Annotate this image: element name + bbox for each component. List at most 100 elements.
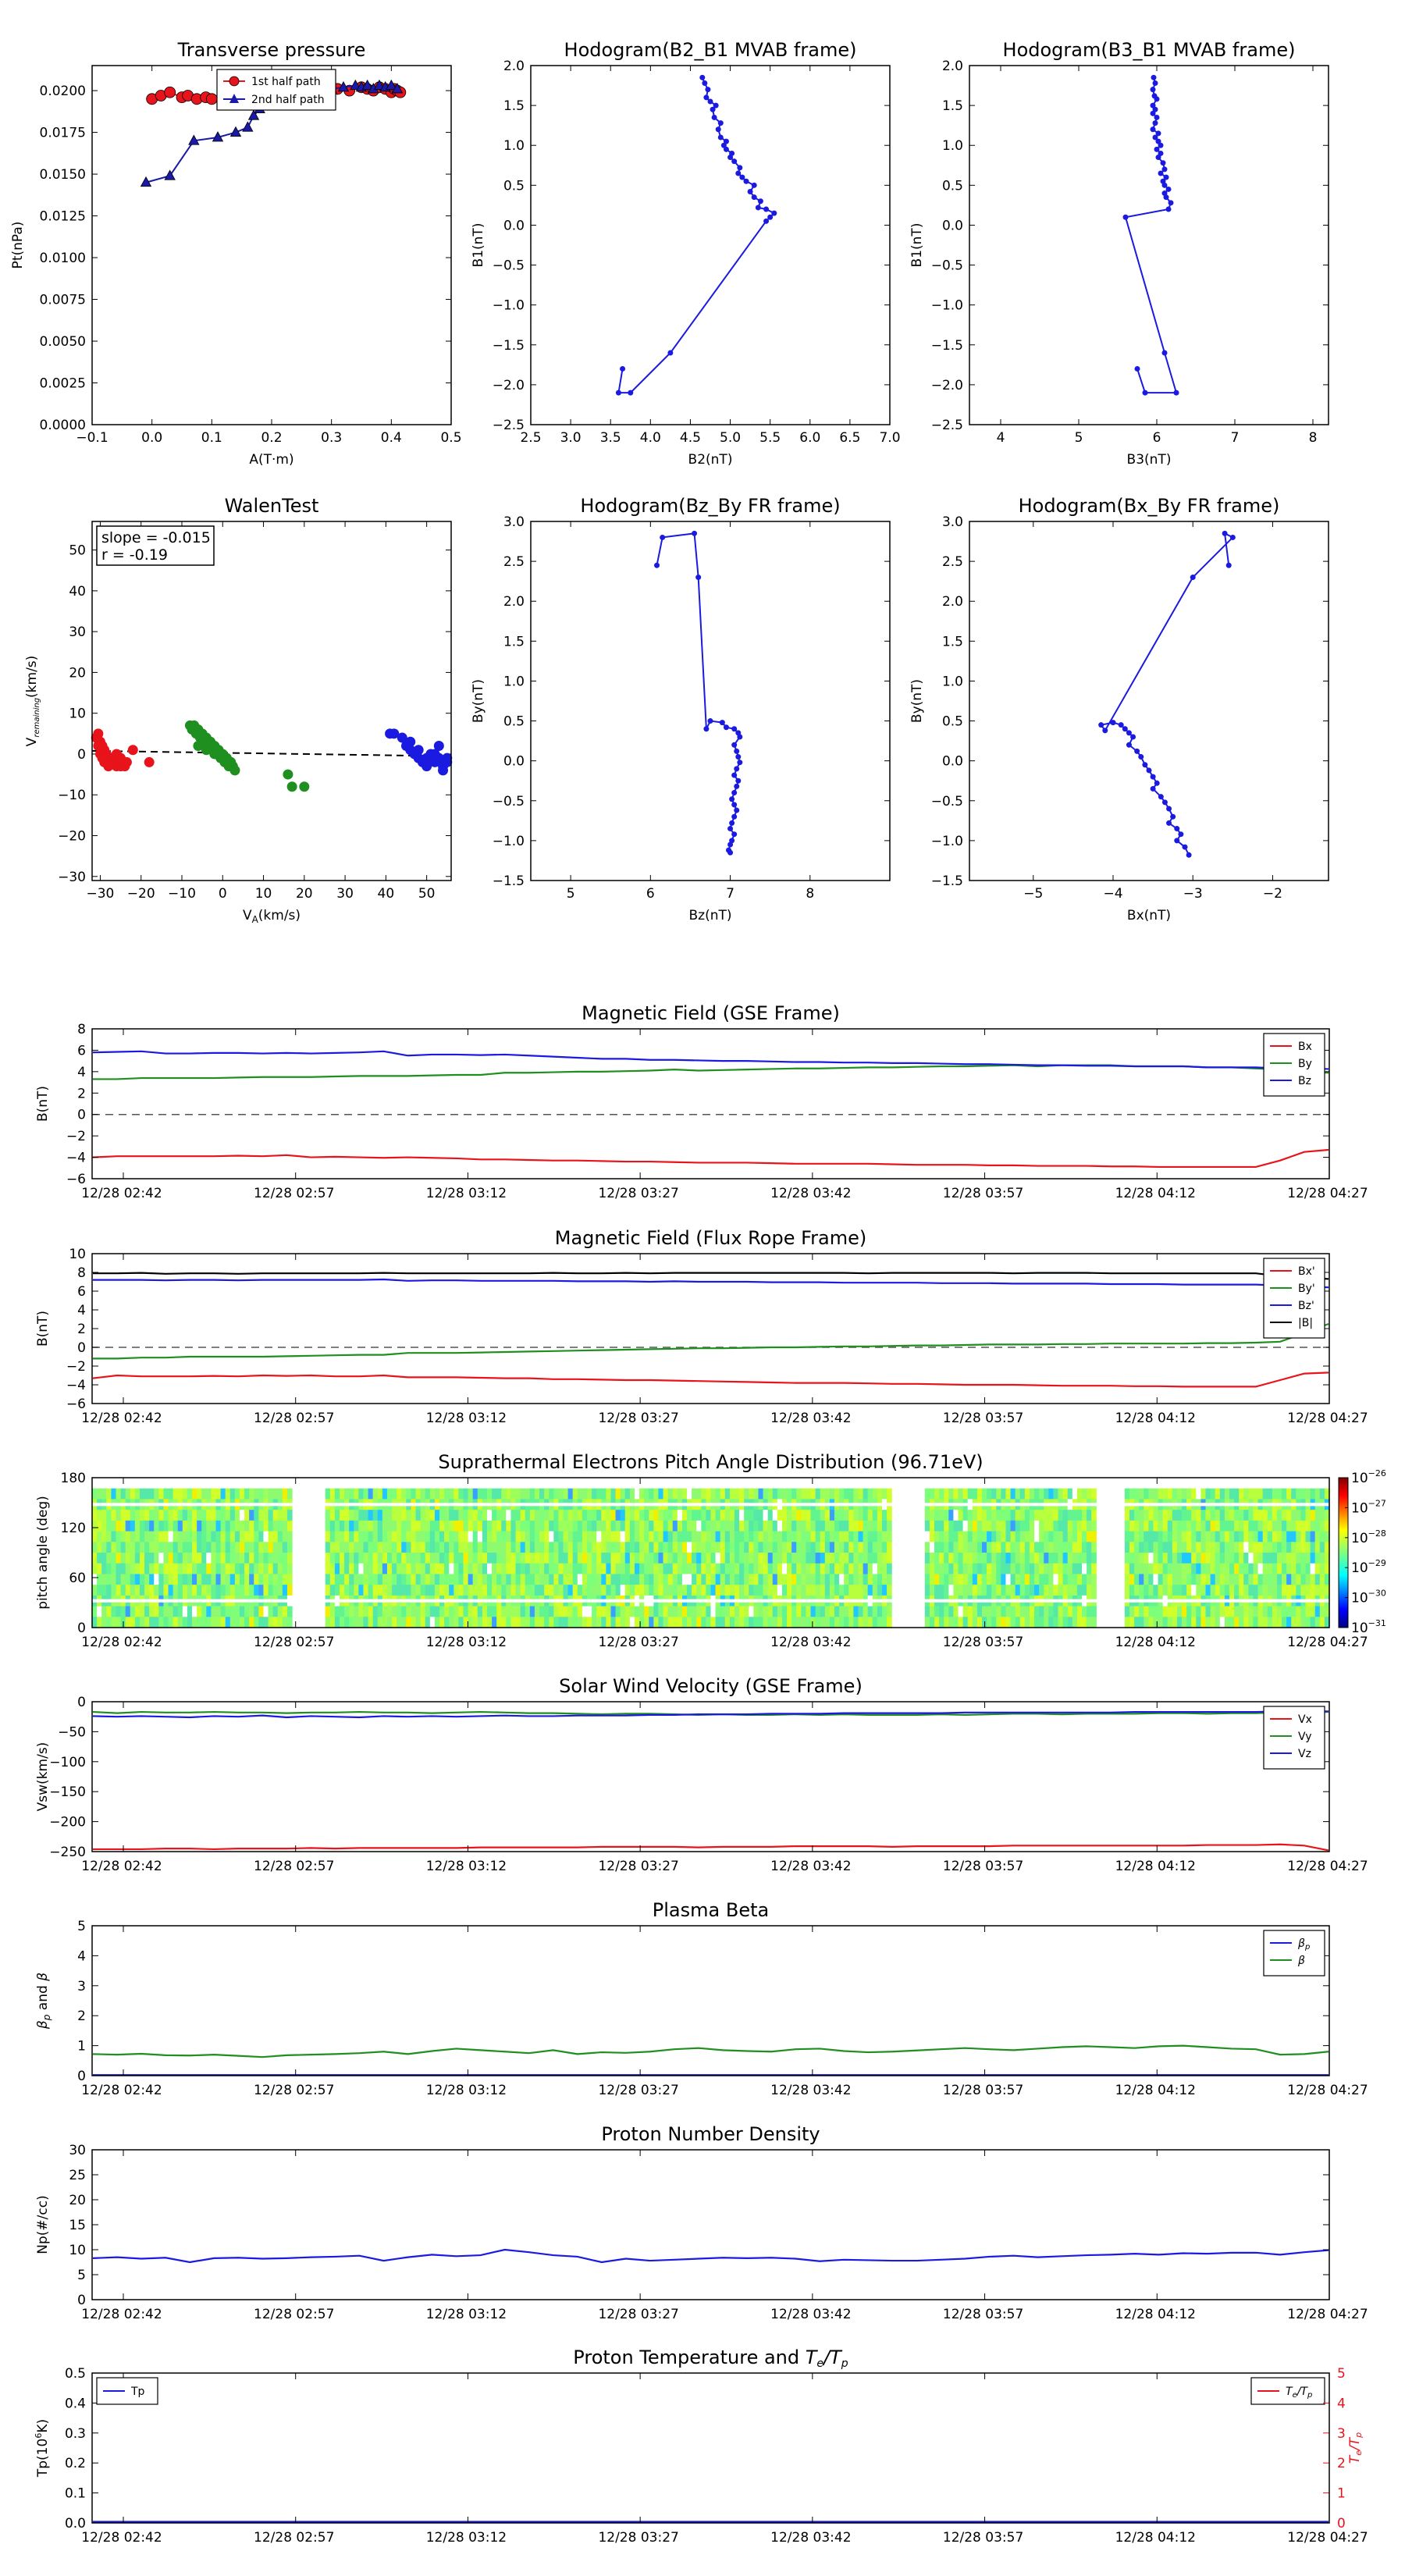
y-tick-label: 3.0 (503, 514, 525, 530)
heatmap-cell (334, 1531, 340, 1542)
data-point (737, 165, 743, 171)
heatmap-cell (334, 1553, 340, 1564)
heatmap-cell (158, 1542, 165, 1553)
data-point (771, 210, 777, 216)
heatmap-cell (249, 1585, 254, 1596)
heatmap-cell (672, 1606, 678, 1617)
heatmap-cell (558, 1531, 564, 1542)
heatmap-cell (1210, 1520, 1216, 1532)
heatmap-cell (962, 1531, 969, 1542)
heatmap-cell (634, 1585, 640, 1596)
heatmap-cell (953, 1510, 959, 1521)
data-point (717, 120, 724, 126)
heatmap-cell (472, 1488, 478, 1500)
heatmap-cell (1267, 1563, 1273, 1575)
heatmap-cell (325, 1574, 331, 1585)
heatmap-cell (130, 1510, 136, 1521)
heatmap-cell (1253, 1510, 1259, 1521)
y-tick-label: −1.5 (493, 338, 525, 354)
heatmap-cell (149, 1520, 155, 1532)
heatmap-cell (206, 1553, 212, 1564)
heatmap-cell (991, 1553, 997, 1564)
heatmap-cell (449, 1563, 454, 1575)
heatmap-cell (211, 1520, 217, 1532)
heatmap-cell (1267, 1606, 1273, 1617)
heatmap-cell (1134, 1520, 1140, 1532)
heatmap-cell (777, 1531, 783, 1542)
heatmap-cell (1058, 1606, 1064, 1617)
heatmap-cell (1276, 1553, 1282, 1564)
heatmap-cell (334, 1606, 340, 1617)
heatmap-cell (520, 1510, 526, 1521)
heatmap-cell (1229, 1488, 1235, 1500)
heatmap-cell (1272, 1574, 1278, 1585)
heatmap-cell (1034, 1585, 1040, 1596)
heatmap-cell (681, 1606, 688, 1617)
heatmap-cell (206, 1574, 212, 1585)
heatmap-cell (106, 1520, 112, 1532)
y-tick-label: 0.5 (503, 178, 525, 194)
heatmap-cell (1300, 1531, 1307, 1542)
heatmap-cell (1029, 1617, 1035, 1628)
heatmap-cell (1019, 1563, 1026, 1575)
heatmap-cell (472, 1510, 478, 1521)
heatmap-cell (286, 1542, 293, 1553)
heatmap-cell (1076, 1606, 1083, 1617)
heatmap-cell (620, 1510, 626, 1521)
heatmap-cell (824, 1553, 831, 1564)
heatmap-cell (996, 1531, 1001, 1542)
heatmap-cell (197, 1617, 202, 1628)
heatmap-cell (1067, 1488, 1073, 1500)
heatmap-cell (687, 1563, 692, 1575)
chart-title: Magnetic Field (GSE Frame) (582, 1002, 840, 1024)
heatmap-cell (463, 1606, 469, 1617)
heatmap-cell (815, 1520, 821, 1532)
heatmap-cell (749, 1574, 754, 1585)
y-tick-label: 1.0 (942, 674, 963, 689)
heatmap-cell (1010, 1574, 1016, 1585)
heatmap-cell (834, 1531, 840, 1542)
y-tick-label: 0.5 (65, 2366, 86, 2382)
y-tick-label-right: 4 (1337, 2396, 1346, 2411)
heatmap-cell (1176, 1553, 1183, 1564)
heatmap-cell (667, 1553, 674, 1564)
heatmap-cell (334, 1574, 340, 1585)
heatmap-cell (639, 1553, 645, 1564)
y-tick-label: 3.0 (942, 514, 963, 530)
heatmap-cell (724, 1531, 731, 1542)
heatmap-cell (444, 1531, 450, 1542)
heatmap-cell (239, 1585, 245, 1596)
heatmap-cell (444, 1606, 450, 1617)
heatmap-cell (1253, 1520, 1259, 1532)
heatmap-cell (829, 1563, 835, 1575)
heatmap-cell (182, 1542, 188, 1553)
heatmap-cell (1276, 1520, 1282, 1532)
x-tick-label: −5 (1023, 886, 1043, 902)
heatmap-cell (239, 1488, 245, 1500)
data-point (1154, 146, 1160, 152)
heatmap-cell (1282, 1606, 1287, 1617)
heatmap-cell (1310, 1617, 1316, 1628)
heatmap-cell (1029, 1488, 1035, 1500)
heatmap-cell (111, 1510, 117, 1521)
heatmap-cell (839, 1617, 845, 1628)
heatmap-cell (881, 1585, 887, 1596)
heatmap-cell (168, 1510, 174, 1521)
heatmap-cell (592, 1574, 597, 1585)
heatmap-cell (567, 1574, 574, 1585)
heatmap-cell (872, 1542, 878, 1553)
heatmap-cell (182, 1617, 188, 1628)
heatmap-cell (1124, 1574, 1130, 1585)
legend (1263, 1930, 1325, 1976)
heatmap-cell (111, 1531, 117, 1542)
heatmap-cell (1039, 1606, 1044, 1617)
heatmap-cell (506, 1606, 512, 1617)
heatmap-cell (872, 1553, 878, 1564)
heatmap-cell (592, 1488, 597, 1500)
heatmap-cell (976, 1553, 983, 1564)
data-point (1122, 726, 1128, 732)
heatmap-cell (1314, 1542, 1321, 1553)
heatmap-cell (249, 1563, 254, 1575)
heatmap-cell (991, 1520, 997, 1532)
heatmap-cell (810, 1585, 816, 1596)
